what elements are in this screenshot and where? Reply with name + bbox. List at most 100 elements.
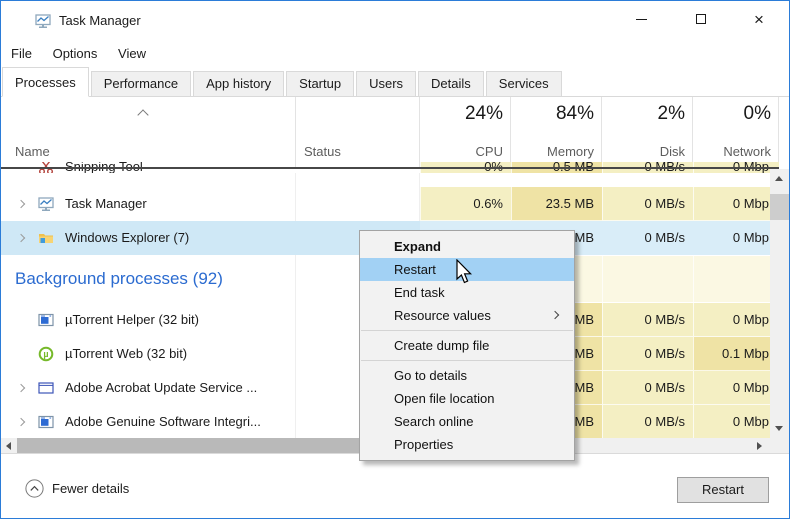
close-button[interactable]: × [736,1,782,37]
tab-startup[interactable]: Startup [286,71,354,96]
process-name: µTorrent Helper (32 bit) [65,303,199,337]
menu-item-label: Search online [394,414,474,429]
disk-cell: 0 MB/s [602,405,693,438]
submenu-arrow-icon [551,311,559,319]
menu-item-open-file-location[interactable]: Open file location [360,387,574,410]
minimize-icon [636,19,647,20]
task-manager-window: Task Manager × File Options View Process… [0,0,790,519]
menu-item-resource-values[interactable]: Resource values [360,304,574,327]
column-header: Name Status 24% CPU 84% Memory 2% Disk 0… [1,97,789,167]
process-name: Adobe Acrobat Update Service ... [65,371,257,405]
fewer-details-label: Fewer details [52,481,129,496]
menu-separator [361,330,573,331]
cpu-cell: 0.6% [420,187,511,221]
column-cpu[interactable]: CPU [420,144,503,159]
tab-users[interactable]: Users [356,71,416,96]
tab-app-history[interactable]: App history [193,71,284,96]
title-bar: Task Manager × [1,1,789,41]
maximize-icon [696,14,706,24]
chevron-right-icon[interactable] [17,384,25,392]
chevron-up-circle-icon [25,479,44,498]
vertical-scrollbar-thumb[interactable] [770,194,789,220]
menu-item-go-to-details[interactable]: Go to details [360,364,574,387]
app-window-icon [38,414,54,430]
cpu-total[interactable]: 24% [420,103,503,125]
network-cell: 0 Mbp [693,221,779,255]
memory-total[interactable]: 84% [511,103,594,125]
menu-item-label: Go to details [394,368,467,383]
vertical-scrollbar[interactable] [770,169,789,438]
menu-item-label: End task [394,285,445,300]
chevron-right-icon[interactable] [17,418,25,426]
memory-cell: 23.5 MB [511,187,602,221]
disk-cell [602,256,693,302]
menu-item-label: Resource values [394,308,491,323]
tab-processes[interactable]: Processes [2,67,89,97]
minimize-button[interactable] [618,1,664,37]
menu-file[interactable]: File [11,41,32,67]
network-cell: 0 Mbp [693,187,779,221]
sort-ascending-icon [137,109,148,120]
menu-options[interactable]: Options [53,41,98,67]
menu-item-label: Restart [394,262,436,277]
fewer-details-toggle[interactable]: Fewer details [25,479,129,498]
restart-action-button[interactable]: Restart [677,477,769,503]
network-total[interactable]: 0% [693,103,771,125]
menu-view[interactable]: View [118,41,146,67]
scroll-left-icon[interactable] [6,442,11,450]
menu-item-label: Create dump file [394,338,489,353]
menu-item-search-online[interactable]: Search online [360,410,574,433]
network-cell [693,256,779,302]
chevron-right-icon[interactable] [17,234,25,242]
header-divider [1,167,779,169]
tab-services[interactable]: Services [486,71,562,96]
disk-cell: 0 MB/s [602,303,693,337]
tab-details[interactable]: Details [418,71,484,96]
window-outline-icon [38,380,54,396]
task-manager-icon [38,196,54,212]
disk-cell: 0 MB/s [602,221,693,255]
process-name: Task Manager [65,187,147,221]
menu-separator [361,360,573,361]
section-header-label: Background processes (92) [15,269,223,289]
chevron-right-icon[interactable] [17,200,25,208]
mouse-cursor [456,259,474,286]
menu-item-expand[interactable]: Expand [360,235,574,258]
footer-bar: Fewer details Restart [1,453,789,518]
process-name: µTorrent Web (32 bit) [65,337,187,371]
tab-performance[interactable]: Performance [91,71,191,96]
disk-total[interactable]: 2% [602,103,685,125]
scroll-up-icon[interactable] [775,176,783,181]
scrollbar-corner [770,438,789,453]
window-title: Task Manager [59,1,141,41]
column-status[interactable]: Status [304,144,341,159]
network-cell: 0.1 Mbp [693,337,779,371]
menu-item-label: Properties [394,437,453,452]
menu-item-create-dump-file[interactable]: Create dump file [360,334,574,357]
tab-bar: Processes Performance App history Startu… [1,67,789,97]
maximize-button[interactable] [678,1,724,37]
app-window-icon [38,312,54,328]
close-icon: × [754,11,764,28]
disk-cell: 0 MB/s [602,371,693,405]
disk-cell: 0 MB/s [602,337,693,371]
column-memory[interactable]: Memory [511,144,594,159]
menu-bar: File Options View [1,41,789,67]
utorrent-icon: µ [38,346,54,362]
mu-glyph: µ [43,349,48,359]
scroll-down-icon[interactable] [775,426,783,431]
scroll-right-icon[interactable] [757,442,762,450]
column-name[interactable]: Name [15,144,50,159]
folder-icon [38,230,54,246]
network-cell: 0 Mbp [693,405,779,438]
process-name: Adobe Genuine Software Integri... [65,405,261,438]
menu-item-properties[interactable]: Properties [360,433,574,456]
table-row[interactable]: Task Manager 0.6% 23.5 MB 0 MB/s 0 Mbp [1,187,779,221]
menu-item-label: Expand [394,239,441,254]
column-disk[interactable]: Disk [602,144,685,159]
column-network[interactable]: Network [693,144,771,159]
network-cell: 0 Mbp [693,371,779,405]
process-name: Windows Explorer (7) [65,221,189,255]
menu-item-label: Open file location [394,391,494,406]
task-manager-app-icon [35,13,51,29]
